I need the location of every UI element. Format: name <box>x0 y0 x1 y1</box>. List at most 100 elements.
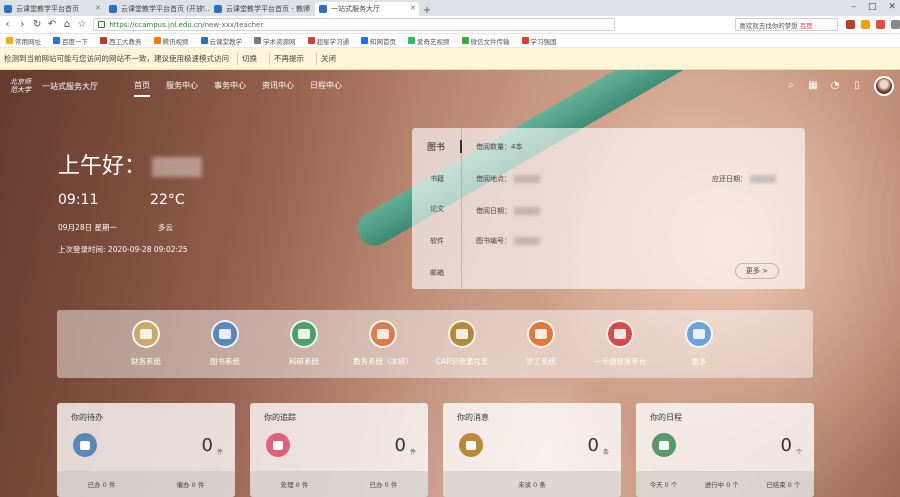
app-student-affairs[interactable]: 学工系统 <box>496 320 586 367</box>
app-finance-system[interactable]: 财务系统 <box>101 320 191 367</box>
card-unit: 件 <box>216 449 223 456</box>
card-todo[interactable]: 你的待办 0 件已办 0 件 催办 0 件 <box>57 403 235 497</box>
tab-library[interactable]: 图书 <box>412 140 462 153</box>
app-label: 学工系统 <box>526 357 556 366</box>
app-campus-card[interactable]: 一卡通服务平台 <box>575 320 665 367</box>
app-label: 图书系统 <box>210 357 240 366</box>
browser-tab-3[interactable]: 云课堂教学平台首页 - 教师 ✕ <box>210 2 314 16</box>
new-tab-button[interactable]: + <box>420 5 434 16</box>
browser-tab-1[interactable]: 云课堂教学平台首页 ✕ <box>0 2 104 16</box>
bookmark-favicon-icon <box>53 37 60 44</box>
reload-icon[interactable]: ↻ <box>30 19 45 30</box>
bookmark-item[interactable]: 学术资源网 <box>254 36 296 46</box>
book-number: 图书编号： <box>476 236 540 246</box>
infobar-close-button[interactable]: 关闭 <box>316 52 340 65</box>
tab-favicon-icon <box>109 5 117 13</box>
library-system-icon <box>211 320 239 348</box>
university-logo[interactable]: 北京师范大学 <box>10 78 34 94</box>
avatar[interactable] <box>874 76 894 96</box>
maximize-button[interactable]: □ <box>868 2 877 12</box>
card-foot-stat[interactable]: 已办 0 件 <box>370 479 398 489</box>
extension-icons <box>845 20 900 29</box>
close-window-button[interactable]: ✕ <box>888 2 896 12</box>
card-tracking[interactable]: 你的追踪 0 件处理 0 件 已办 0 件 <box>250 403 428 497</box>
academic-system-icon <box>369 320 397 348</box>
card-foot-stat[interactable]: 未读 0 条 <box>518 479 546 489</box>
portal-header: 北京师范大学 一站式服务大厅 首页 服务中心 事务中心 资讯中心 日程中心 ⌕ … <box>0 70 900 102</box>
menu-item-service[interactable]: 服务中心 <box>166 76 198 97</box>
star-icon[interactable]: ☆ <box>74 19 89 30</box>
card-messages[interactable]: 你的消息 0 条未读 0 条 <box>443 403 621 497</box>
tab-mail[interactable]: 邮箱 <box>412 268 462 278</box>
app-library-system[interactable]: 图书系统 <box>180 320 270 367</box>
current-date: 09月28日 星期一 <box>58 223 117 232</box>
card-title: 你的待办 <box>71 413 103 422</box>
forward-arrow-icon[interactable]: › <box>15 19 30 30</box>
app-carsi-resource[interactable]: CARSI资源共享 <box>417 320 507 367</box>
card-foot-stat[interactable]: 今天 0 个 <box>650 479 678 489</box>
card-count: 0 <box>780 435 792 456</box>
menu-item-home[interactable]: 首页 <box>134 76 150 97</box>
card-schedule[interactable]: 你的日程 0 个今天 0 个 进行中 0 个 已结束 0 个 <box>636 403 814 497</box>
tab-close-icon[interactable]: ✕ <box>305 4 311 12</box>
bookmark-item[interactable]: 知网首页 <box>361 36 396 46</box>
bookmark-item[interactable]: 学习强国 <box>521 36 557 46</box>
infobar-switch-button[interactable]: 切换 <box>237 52 261 65</box>
app-research-system[interactable]: 科研系统 <box>259 320 349 367</box>
app-label: 科研系统 <box>289 357 319 366</box>
browser-tab-2[interactable]: 云课堂教学平台首页 (开放... ✕ <box>105 2 209 16</box>
more-button[interactable]: 更多 > <box>734 263 779 279</box>
bookmark-item[interactable]: 云课堂教学 <box>200 36 242 46</box>
tab-books[interactable]: 书籍 <box>412 174 462 184</box>
bookmark-item[interactable]: 超星学习通 <box>307 36 349 46</box>
bookmark-item[interactable]: 常用网址 <box>6 36 41 46</box>
blurred-user-name <box>152 157 203 177</box>
back-arrow-icon[interactable]: ‹ <box>0 19 15 30</box>
undo-icon[interactable]: ↶ <box>45 19 60 30</box>
card-foot-stat[interactable]: 催办 0 件 <box>177 479 205 489</box>
bookmark-item[interactable]: 爱奇艺视频 <box>408 36 450 46</box>
extension-icon[interactable] <box>875 20 885 29</box>
tab-close-icon[interactable]: ✕ <box>200 4 206 12</box>
tab-close-icon[interactable]: ✕ <box>95 4 101 12</box>
more-apps-icon <box>685 320 713 348</box>
qrcode-icon[interactable]: ▦ <box>808 81 818 91</box>
bookmark-favicon-icon <box>521 37 529 44</box>
extension-icon[interactable] <box>860 20 870 29</box>
campus-card-icon <box>606 320 634 348</box>
mobile-icon[interactable]: ▯ <box>852 81 862 91</box>
bookmark-item[interactable]: 百度一下 <box>53 36 88 46</box>
card-foot-stat[interactable]: 进行中 0 个 <box>705 479 739 489</box>
bell-icon[interactable]: ◔ <box>830 81 840 91</box>
tab-papers[interactable]: 论文 <box>412 204 462 214</box>
menu-icon[interactable] <box>890 20 900 29</box>
app-academic-system[interactable]: 教务系统（本研） <box>338 320 428 367</box>
card-foot-stat[interactable]: 已结束 0 个 <box>766 479 800 489</box>
address-bar[interactable]: https://ccampus.jnl.edu.cn/new-xxx/teach… <box>93 18 616 31</box>
extension-icon[interactable] <box>845 20 855 29</box>
menu-item-schedule[interactable]: 日程中心 <box>310 76 342 97</box>
home-icon[interactable]: ⌂ <box>60 19 75 30</box>
bookmark-item[interactable]: 微信文件传输 <box>461 36 510 46</box>
send-icon <box>266 433 290 457</box>
last-login: 上次登录时间: 2020-09-28 09:02:25 <box>58 245 188 254</box>
search-icon[interactable]: ⌕ <box>786 81 796 91</box>
browser-tab-4[interactable]: 一站式服务大厅 ✕ <box>315 2 419 16</box>
calendar-icon <box>652 433 676 457</box>
tab-close-icon[interactable]: ✕ <box>410 4 416 12</box>
bookmark-item[interactable]: 腾讯视频 <box>153 36 189 46</box>
menu-item-news[interactable]: 资讯中心 <box>262 76 294 97</box>
card-footer: 处理 0 件 已办 0 件 <box>250 471 428 497</box>
bookmark-item[interactable]: 西工大教务 <box>100 36 142 46</box>
card-footer: 未读 0 条 <box>443 471 621 497</box>
card-foot-stat[interactable]: 已办 0 件 <box>88 479 116 489</box>
return-date: 应还日期： <box>712 174 776 184</box>
tab-software[interactable]: 软件 <box>412 236 462 246</box>
app-more-apps[interactable]: 更多 <box>654 320 744 367</box>
infobar-no-ask-button[interactable]: 不再提示 <box>269 52 308 65</box>
browser-search-box[interactable]: 喜欢就去找你的梦想 百度 <box>735 18 838 31</box>
menu-item-affairs[interactable]: 事务中心 <box>214 76 246 97</box>
minimize-button[interactable]: – <box>851 2 856 12</box>
card-foot-stat[interactable]: 处理 0 件 <box>281 479 309 489</box>
window-controls: – □ ✕ <box>851 2 896 12</box>
